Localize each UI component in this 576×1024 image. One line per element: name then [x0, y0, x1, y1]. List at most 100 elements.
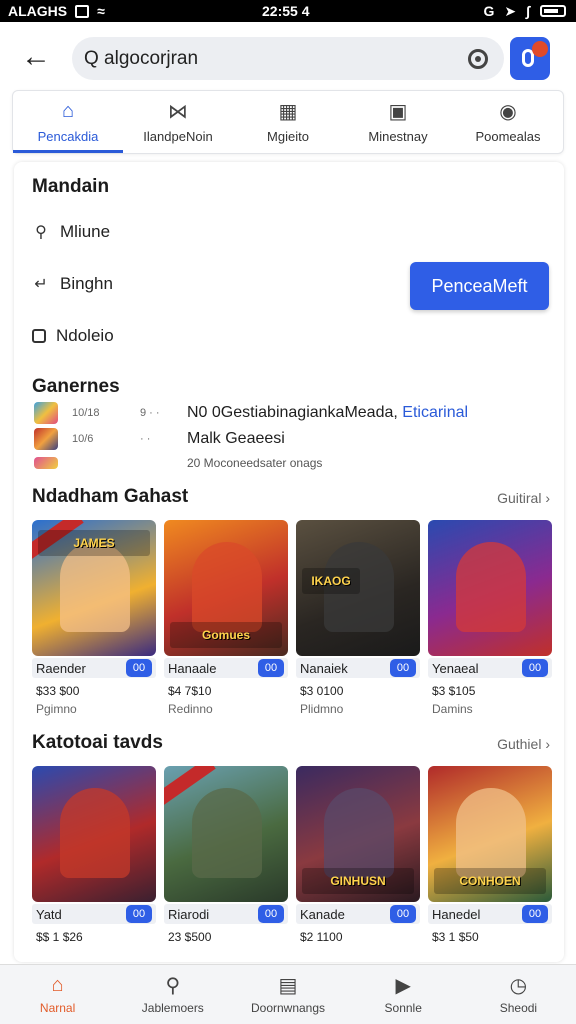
card-badge[interactable]: 00: [258, 905, 284, 923]
game-cover-image: CONHOEN: [428, 766, 552, 902]
game-card[interactable]: Yenaeal 00 $3 $105 Damins: [428, 520, 552, 716]
location-icon: ➤: [504, 2, 517, 19]
tab-2[interactable]: ▦ Mgieito: [233, 91, 343, 153]
genre-text-main: N0 0Gestiabinagiank: [187, 404, 336, 421]
card-badge[interactable]: 00: [522, 659, 548, 677]
card-badge[interactable]: 00: [126, 659, 152, 677]
bottom-navigation: ⌂ Narnal ⚲ Jablemoers ▤ Doornwnangs ▶ So…: [0, 964, 576, 1024]
tab-label: Poomealas: [475, 128, 541, 144]
card-name: Hanaale: [168, 660, 217, 676]
game-cover-image: IKAOG: [296, 520, 420, 656]
nav-label: Sonnle: [384, 1000, 422, 1015]
genre-text: N0 0GestiabinagiankaMeada, Eticarinal: [187, 404, 468, 422]
nav-downloads[interactable]: ▤ Doornwnangs: [230, 965, 345, 1024]
nav-home[interactable]: ⌂ Narnal: [0, 965, 115, 1024]
card-name-row: Raender 00: [32, 658, 156, 678]
genre-count: 10/6: [72, 433, 94, 445]
card-badge[interactable]: 00: [390, 659, 416, 677]
tab-label: Pencakdia: [37, 128, 99, 144]
game-card[interactable]: Gomues Hanaale 00 $4 7$10 Redinno: [164, 520, 288, 716]
game-card[interactable]: IKAOG Nanaiek 00 $3 0100 Plidmno: [296, 520, 420, 716]
top-app-bar: ← Q algocorjran: [0, 22, 576, 92]
checkbox-icon[interactable]: [32, 329, 46, 343]
wifi-icon: ≈: [97, 3, 105, 19]
genre-row[interactable]: 10/18 9 · · N0 0GestiabinagiankaMeada, E…: [34, 402, 554, 424]
tv-icon: ▣: [388, 101, 408, 123]
game-cover-image: JAMES: [32, 520, 156, 656]
game-card[interactable]: CONHOEN Hanedel 00 $3 1 $50: [428, 766, 552, 944]
voice-search-button[interactable]: [510, 37, 550, 80]
card-name: Yatd: [36, 906, 62, 922]
see-all-label: Guthiel: [497, 736, 542, 752]
card-name-row: Riarodi 00: [164, 904, 288, 924]
card-meta: Plidmno: [300, 702, 344, 716]
main-panel: Mandain ⚲ Mliune ↵ Binghn Ndoleio Pencea…: [14, 162, 564, 962]
filter-item-1[interactable]: ↵ Binghn: [32, 274, 113, 294]
character-art: [192, 788, 262, 878]
grid-icon: ▦: [278, 101, 298, 123]
character-art: [456, 542, 526, 632]
notification-dot: [532, 41, 548, 57]
game-card[interactable]: Yatd 00 $$ 1 $26: [32, 766, 156, 944]
game-card[interactable]: GINHUSN Kanade 00 $2 1100: [296, 766, 420, 944]
tab-4[interactable]: ◉ Poomealas: [453, 91, 563, 153]
see-all-link[interactable]: Guthiel ›: [497, 736, 550, 752]
game-card[interactable]: Riarodi 00 23 $500: [164, 766, 288, 944]
game-cover-image: [428, 520, 552, 656]
card-name-row: Hanaale 00: [164, 658, 288, 678]
see-all-label: Guitiral: [497, 490, 542, 506]
genre-text: 20 Moconeedsater onags: [187, 456, 323, 470]
character-art: [324, 788, 394, 878]
genre-link[interactable]: Eticarinal: [402, 404, 468, 421]
filters-title: Mandain: [32, 176, 110, 197]
cover-title: GINHUSN: [302, 868, 414, 894]
bluetooth-icon: ∫: [526, 3, 530, 19]
chevron-right-icon: ›: [545, 490, 550, 506]
lens-icon[interactable]: [468, 49, 488, 69]
card-meta: Damins: [432, 702, 473, 716]
card-badge[interactable]: 00: [522, 905, 548, 923]
game-card[interactable]: JAMES Raender 00 $33 $00 Pgimno: [32, 520, 156, 716]
card-badge[interactable]: 00: [390, 905, 416, 923]
home-icon: ⌂: [61, 100, 75, 122]
card-name-row: Yatd 00: [32, 904, 156, 924]
tab-3[interactable]: ▣ Minestnay: [343, 91, 453, 153]
card-price: $$ 1 $26: [36, 930, 83, 944]
see-all-link[interactable]: Guitiral ›: [497, 490, 550, 506]
status-left: ALAGHS ≈: [8, 3, 105, 19]
cover-title: IKAOG: [302, 568, 360, 594]
card-name: Kanade: [300, 906, 345, 922]
apply-filter-button[interactable]: PenceaMeft: [410, 262, 549, 310]
card-badge[interactable]: 00: [258, 659, 284, 677]
genre-row[interactable]: 20 Moconeedsater onags: [34, 452, 554, 474]
card-name: Yenaeal: [432, 660, 479, 676]
download-icon: ▤: [278, 975, 298, 997]
filter-label: Ndoleio: [56, 326, 114, 345]
card-price: $4 7$10: [168, 684, 212, 698]
search-value: Q algocorjran: [84, 47, 199, 69]
tab-0[interactable]: ⌂ Pencakdia: [13, 91, 123, 153]
card-price: $33 $00: [36, 684, 80, 698]
nav-search[interactable]: ⚲ Jablemoers: [115, 965, 230, 1024]
genre-thumbnail: [34, 402, 58, 424]
clock-icon: ◷: [509, 975, 528, 997]
cover-title: Gomues: [170, 622, 282, 648]
search-icon: ⚲: [35, 224, 47, 241]
status-bar: ALAGHS ≈ 22:55 4 G ➤ ∫: [0, 0, 576, 22]
search-input[interactable]: Q algocorjran: [72, 37, 504, 80]
card-name-row: Kanade 00: [296, 904, 420, 924]
filter-item-2[interactable]: Ndoleio: [32, 326, 114, 346]
card-price: $2 1100: [300, 930, 343, 944]
character-art: [456, 788, 526, 878]
filter-item-0[interactable]: ⚲ Mliune: [32, 222, 110, 242]
bowtie-icon: ⋈: [168, 101, 188, 123]
back-button[interactable]: ←: [18, 40, 54, 76]
genre-row[interactable]: 10/6 · · Malk Geaeesi: [34, 428, 554, 450]
card-badge[interactable]: 00: [126, 905, 152, 923]
nav-clock[interactable]: ◷ Sheodi: [461, 965, 576, 1024]
genre-text: Malk Geaeesi: [187, 430, 285, 447]
card-name: Nanaiek: [300, 660, 348, 676]
nav-play[interactable]: ▶ Sonnle: [346, 965, 461, 1024]
tab-1[interactable]: ⋈ IlandpeNoin: [123, 91, 233, 153]
card-price: 23 $500: [168, 930, 212, 944]
